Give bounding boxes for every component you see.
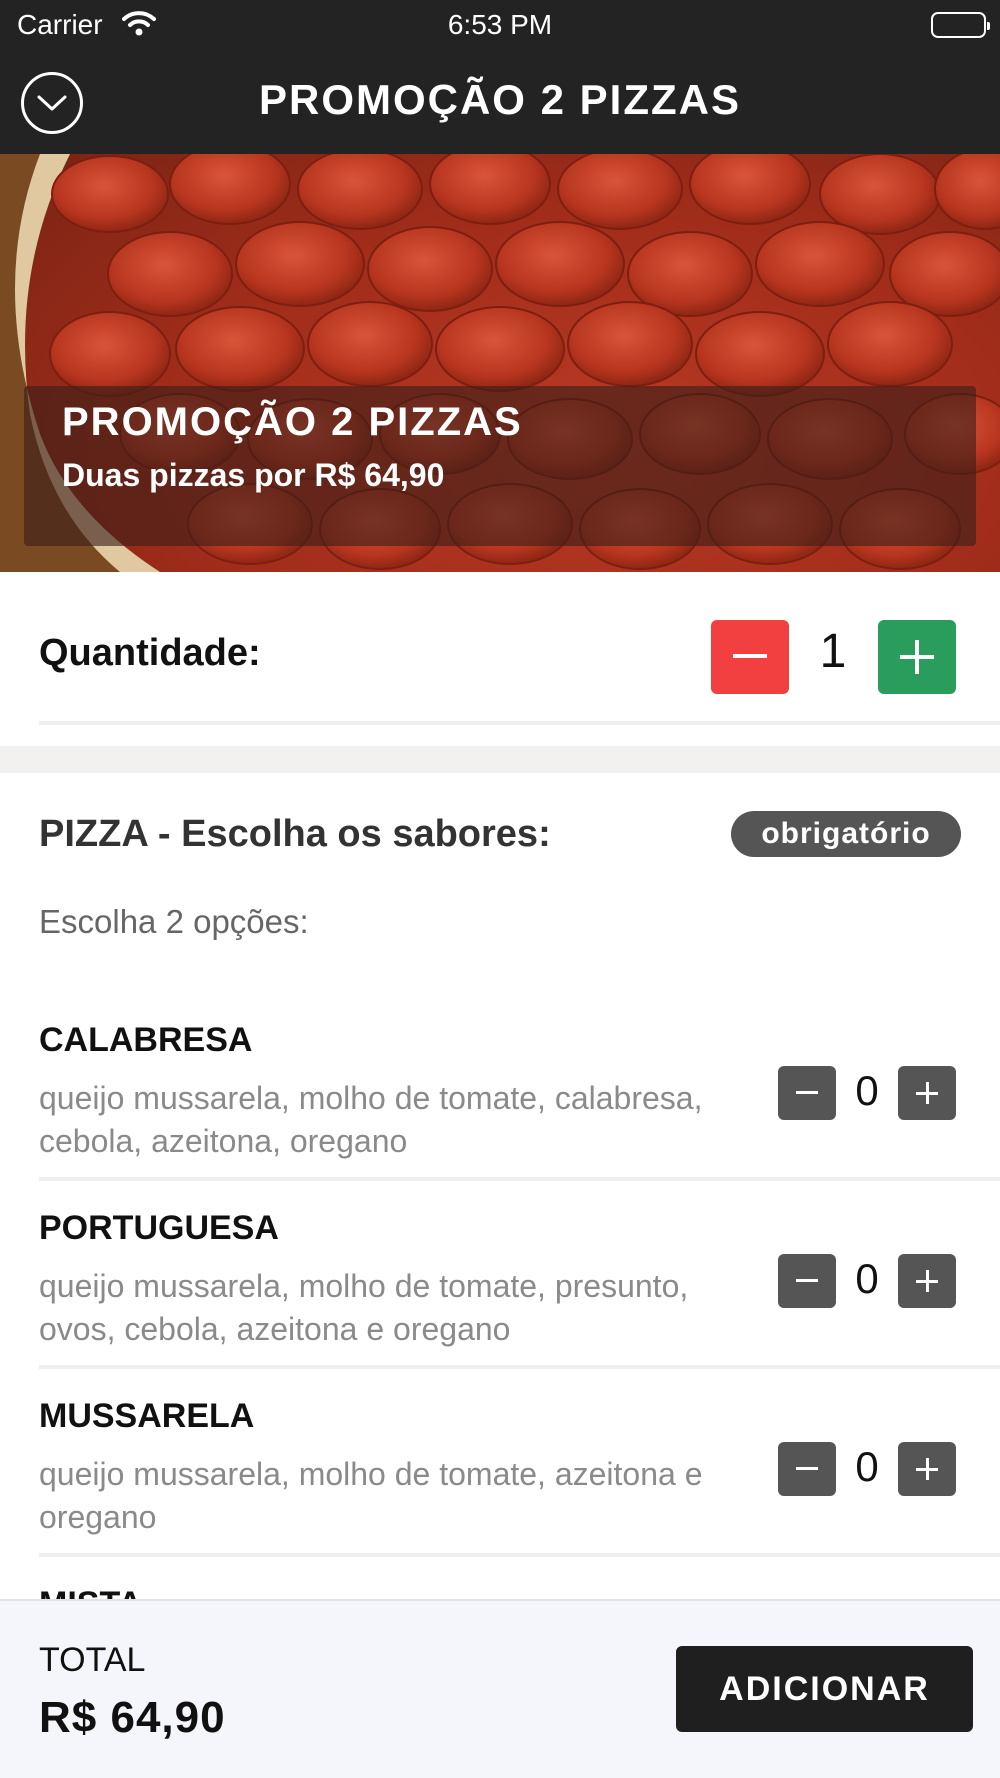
option-plus-button[interactable] [898, 1254, 956, 1308]
status-bar: Carrier 6:53 PM [0, 0, 1000, 50]
nav-bar: PROMOÇÃO 2 PIZZAS [0, 50, 1000, 154]
total-label: TOTAL [39, 1641, 146, 1679]
option-description: queijo mussarela, molho de tomate, azeit… [39, 1456, 703, 1535]
add-button[interactable]: ADICIONAR [676, 1646, 973, 1732]
quantity-plus-button[interactable] [878, 620, 956, 694]
list-item: PORTUGUESA queijo mussarela, molho de to… [0, 1181, 1000, 1369]
plus-icon [900, 640, 934, 674]
quantity-minus-button[interactable] [711, 620, 789, 694]
hero-caption: PROMOÇÃO 2 PIZZAS Duas pizzas por R$ 64,… [24, 386, 976, 546]
checkout-footer: TOTAL R$ 64,90 ADICIONAR [0, 1599, 1000, 1778]
option-description: queijo mussarela, molho de tomate, calab… [39, 1080, 703, 1159]
option-count: 0 [855, 1067, 879, 1114]
option-name: PORTUGUESA [39, 1209, 279, 1247]
minus-icon [733, 654, 767, 658]
minus-icon [796, 1467, 818, 1470]
quantity-label: Quantidade: [39, 632, 261, 674]
option-description: queijo mussarela, molho de tomate, presu… [39, 1268, 689, 1347]
section-title: PIZZA - Escolha os sabores: [39, 813, 551, 855]
product-subtitle: Duas pizzas por R$ 64,90 [62, 457, 445, 493]
quantity-value: 1 [819, 625, 847, 678]
battery-icon [931, 12, 990, 38]
option-minus-button[interactable] [778, 1254, 836, 1308]
total-value: R$ 64,90 [39, 1693, 226, 1742]
list-item: CALABRESA queijo mussarela, molho de tom… [0, 993, 1000, 1181]
option-name: CALABRESA [39, 1021, 253, 1059]
option-minus-button[interactable] [778, 1066, 836, 1120]
minus-icon [796, 1091, 818, 1094]
option-plus-button[interactable] [898, 1442, 956, 1496]
list-item: MUSSARELA queijo mussarela, molho de tom… [0, 1369, 1000, 1557]
plus-icon [916, 1270, 938, 1292]
product-image: PROMOÇÃO 2 PIZZAS Duas pizzas por R$ 64,… [0, 154, 1000, 572]
required-badge: obrigatório [731, 811, 961, 857]
option-name: MUSSARELA [39, 1397, 255, 1435]
option-count: 0 [855, 1255, 879, 1302]
plus-icon [916, 1082, 938, 1104]
minus-icon [796, 1279, 818, 1282]
option-minus-button[interactable] [778, 1442, 836, 1496]
clock: 6:53 PM [447, 9, 553, 40]
option-plus-button[interactable] [898, 1066, 956, 1120]
divider [39, 721, 1000, 725]
plus-icon [916, 1458, 938, 1480]
quantity-section: Quantidade: 1 [0, 572, 1000, 746]
page-title: PROMOÇÃO 2 PIZZAS [258, 76, 742, 123]
product-title: PROMOÇÃO 2 PIZZAS [62, 400, 523, 444]
section-subtitle: Escolha 2 opções: [39, 903, 309, 940]
option-count: 0 [855, 1443, 879, 1490]
